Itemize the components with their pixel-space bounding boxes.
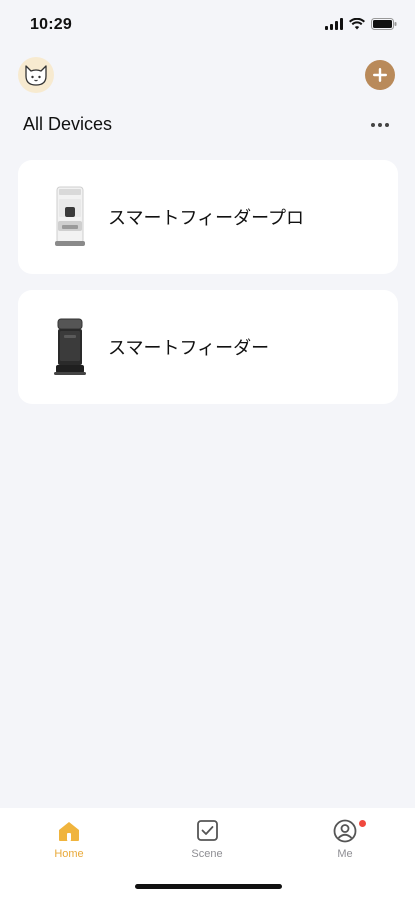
avatar[interactable] [18, 57, 54, 93]
user-icon [333, 819, 357, 843]
status-icons [325, 18, 397, 30]
cellular-signal-icon [325, 18, 343, 30]
tab-home[interactable]: Home [24, 818, 114, 860]
add-device-button[interactable] [365, 60, 395, 90]
wifi-icon [349, 18, 365, 30]
tab-me[interactable]: Me [300, 818, 390, 860]
status-time: 10:29 [30, 16, 72, 33]
device-card-feeder-pro[interactable]: スマートフィーダープロ [18, 160, 398, 274]
section-title: All Devices [23, 114, 113, 134]
device-name: スマートフィーダープロ [108, 208, 305, 229]
home-icon [59, 822, 79, 841]
tab-scene[interactable]: Scene [162, 818, 252, 860]
battery-icon [371, 18, 397, 30]
tab-label: Scene [191, 848, 223, 860]
home-indicator [135, 884, 282, 889]
cat-face-icon [25, 65, 47, 86]
device-name: スマートフィーダー [108, 338, 270, 359]
device-list: スマートフィーダープロ スマートフィーダー [18, 160, 398, 420]
home-screen: 10:29 All Devices スマートフィーダープロ スマートフィーダー … [0, 0, 415, 900]
status-bar: 10:29 [0, 0, 415, 50]
tab-label: Me [337, 848, 353, 860]
pet-feeder-image [54, 318, 86, 375]
device-card-feeder[interactable]: スマートフィーダー [18, 290, 398, 404]
more-options-button[interactable] [365, 116, 395, 134]
tab-label: Home [54, 848, 84, 860]
notification-badge [359, 820, 366, 827]
pet-feeder-pro-image [55, 186, 85, 246]
ellipsis-icon [371, 123, 375, 127]
checkbox-icon [197, 820, 218, 841]
plus-icon [373, 68, 387, 82]
